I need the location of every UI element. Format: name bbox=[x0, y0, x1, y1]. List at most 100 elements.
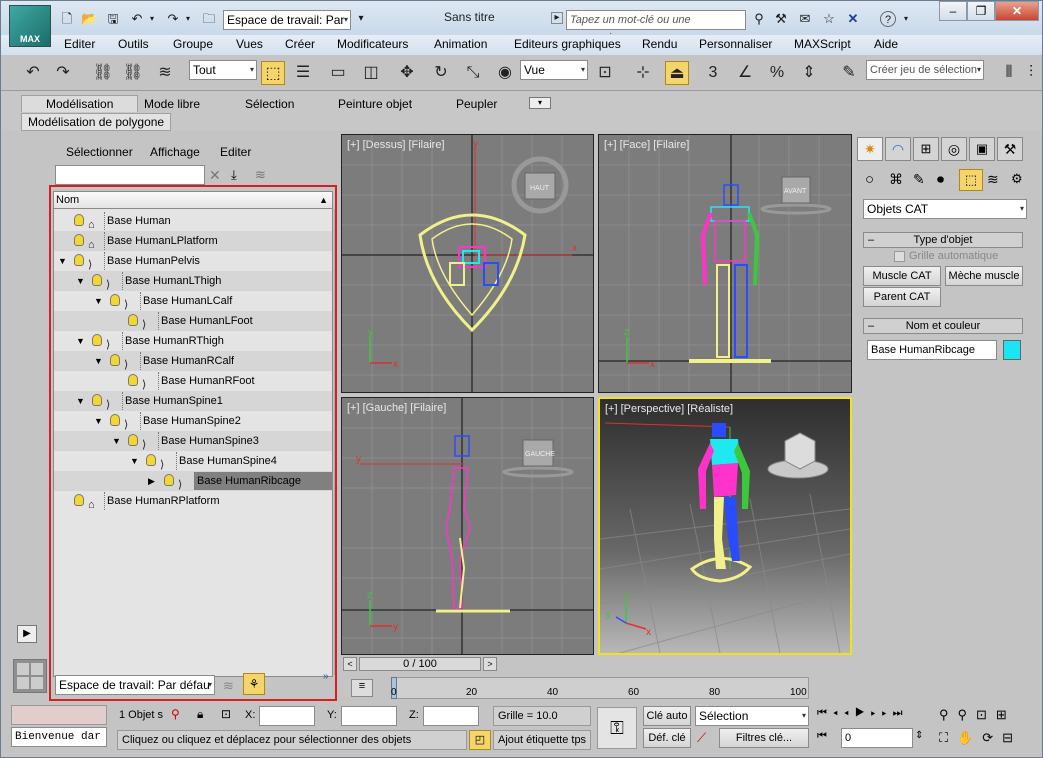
search-input[interactable]: Tapez un mot-clé ou une expression bbox=[566, 10, 746, 44]
subscription-icon[interactable]: ⚒ bbox=[773, 11, 789, 27]
redo-dropdown-icon[interactable]: ▾ bbox=[180, 11, 196, 27]
keyboard-shortcut-override-icon[interactable]: ⏏ bbox=[665, 61, 689, 85]
shapes-icon[interactable]: ⌘ bbox=[889, 171, 903, 188]
help-dropdown-icon[interactable]: ▾ bbox=[898, 11, 914, 27]
customize-quick-access-icon[interactable]: ▾ bbox=[353, 11, 369, 27]
rotate-icon[interactable]: ↻ bbox=[429, 61, 453, 85]
binoculars-icon[interactable]: ⚲ bbox=[751, 11, 767, 27]
default-tangent-icon[interactable]: ⟋ bbox=[697, 730, 706, 746]
menu-11[interactable]: Aide bbox=[874, 37, 898, 51]
redo-icon[interactable]: ↷ bbox=[51, 61, 75, 85]
viewport-left-label[interactable]: [+] [Gauche] [Filaire] bbox=[347, 402, 446, 414]
edit-named-selection-icon[interactable]: ✎ bbox=[837, 61, 861, 85]
set-key-button[interactable]: Déf. clé bbox=[643, 728, 691, 748]
open-file-icon[interactable]: 📂 bbox=[81, 11, 97, 27]
viewport-top-label[interactable]: [+] [Dessus] [Filaire] bbox=[347, 139, 445, 151]
object-category-dropdown[interactable]: Objets CAT ▾ bbox=[863, 199, 1027, 219]
window-crossing-icon[interactable]: ◫ bbox=[359, 61, 383, 85]
time-configuration-icon[interactable]: ⇕ bbox=[915, 730, 923, 741]
placement-icon[interactable]: ◉ bbox=[493, 61, 517, 85]
minimize-button[interactable]: – bbox=[939, 1, 967, 21]
undo-icon[interactable]: ↶ bbox=[129, 11, 145, 27]
object-name-field[interactable]: Base HumanRibcage bbox=[867, 340, 997, 360]
utilities-tab-icon[interactable]: ⚒ bbox=[997, 137, 1023, 161]
explorer-search-field[interactable] bbox=[55, 165, 205, 185]
tab-peupler[interactable]: Peupler bbox=[456, 97, 497, 111]
x-coordinate-field[interactable] bbox=[259, 706, 315, 726]
unlink-icon[interactable]: ⛓ bbox=[121, 61, 145, 85]
helpers-icon[interactable]: ⬚ bbox=[959, 169, 983, 191]
cameras-icon[interactable]: ⏺ bbox=[937, 171, 944, 188]
named-selection-set-dropdown[interactable]: Créer jeu de sélection ▾ bbox=[866, 60, 984, 80]
isolate-selection-icon[interactable]: ⚲ bbox=[171, 707, 180, 721]
menu-9[interactable]: Personnaliser bbox=[699, 37, 772, 51]
restore-button[interactable]: ❐ bbox=[967, 1, 995, 21]
viewport-navigation-bottom[interactable]: ⛶✋⟳⊟ bbox=[939, 730, 1022, 746]
undo-dropdown-icon[interactable]: ▾ bbox=[144, 11, 160, 27]
select-manipulate-icon[interactable]: ⊹ bbox=[631, 61, 655, 85]
add-time-tag[interactable]: Ajout étiquette tps bbox=[493, 730, 591, 750]
time-slider-next[interactable]: > bbox=[483, 657, 497, 671]
communication-icon[interactable]: ✉ bbox=[797, 11, 813, 27]
selection-filter-dropdown[interactable]: Tout ▾ bbox=[189, 60, 257, 80]
explorer-menu-display[interactable]: Affichage bbox=[150, 145, 200, 159]
expand-strip-icon[interactable]: ▶ bbox=[17, 625, 37, 643]
muscle-strand-button[interactable]: Mèche muscle bbox=[945, 266, 1023, 286]
reference-coordinate-dropdown[interactable]: Vue ▾ bbox=[520, 60, 588, 80]
key-mode-dropdown[interactable]: Sélection ▾ bbox=[695, 706, 809, 726]
time-slider[interactable]: 0 / 100 bbox=[359, 657, 481, 671]
tab-selection[interactable]: Sélection bbox=[245, 97, 294, 111]
viewport-top[interactable]: HAUT y x y x [+] [Dessus] [Filaire] bbox=[341, 134, 594, 393]
key-filters-button[interactable]: Filtres clé... bbox=[719, 728, 809, 748]
muscle-cat-button[interactable]: Muscle CAT bbox=[863, 266, 941, 286]
snaps-toggle-icon[interactable]: 3 bbox=[701, 61, 725, 85]
align-icon[interactable]: ⫶ bbox=[1019, 61, 1043, 85]
viewport-front[interactable]: AVANT z x [+] [Face] [Filaire] bbox=[598, 134, 852, 393]
mirror-icon[interactable]: ⫴ bbox=[997, 61, 1021, 85]
y-coordinate-field[interactable] bbox=[341, 706, 397, 726]
menu-1[interactable]: Outils bbox=[118, 37, 149, 51]
exchange-icon[interactable]: ✕ bbox=[845, 11, 861, 27]
auto-key-button[interactable]: Clé auto bbox=[643, 706, 691, 726]
modify-tab-icon[interactable]: ◠ bbox=[885, 137, 911, 161]
track-bar[interactable] bbox=[391, 677, 809, 699]
favorites-star-icon[interactable]: ☆ bbox=[821, 11, 837, 27]
clear-search-icon[interactable]: ✕ bbox=[209, 167, 221, 184]
viewport-navigation-top[interactable]: ⚲⚲⊡⊞ bbox=[939, 707, 1016, 723]
menu-5[interactable]: Modificateurs bbox=[337, 37, 408, 51]
ribbon-options-icon[interactable]: ▾ bbox=[529, 97, 551, 109]
playback-controls[interactable]: ⏮◂◂▶▸▸⏭ bbox=[817, 707, 909, 720]
object-color-swatch[interactable] bbox=[1003, 340, 1021, 360]
menu-4[interactable]: Créer bbox=[285, 37, 315, 51]
name-color-rollout-header[interactable]: – Nom et couleur bbox=[863, 318, 1023, 334]
project-folder-icon[interactable]: 🗀 bbox=[201, 11, 217, 27]
space-warps-icon[interactable]: ≋ bbox=[987, 171, 999, 188]
time-tag-icon[interactable]: ◰ bbox=[469, 730, 491, 750]
tab-modelisation[interactable]: Modélisation bbox=[21, 95, 139, 112]
pivot-center-icon[interactable]: ⊡ bbox=[593, 61, 617, 85]
tab-mode-libre[interactable]: Mode libre bbox=[144, 97, 200, 111]
menu-10[interactable]: MAXScript bbox=[794, 37, 851, 51]
tab-peinture-objet[interactable]: Peinture objet bbox=[338, 97, 412, 111]
lock-selection-icon[interactable]: 🔒︎ bbox=[197, 707, 203, 722]
hierarchy-tab-icon[interactable]: ⊞ bbox=[913, 137, 939, 161]
scale-icon[interactable]: ⤡ bbox=[461, 61, 485, 85]
select-by-name-icon[interactable]: ☰ bbox=[291, 61, 315, 85]
new-file-icon[interactable]: 🗋 bbox=[59, 11, 75, 27]
bind-space-warp-icon[interactable]: ≋ bbox=[153, 61, 177, 85]
move-icon[interactable]: ✥ bbox=[395, 61, 419, 85]
current-frame-field[interactable]: 0 bbox=[841, 728, 913, 748]
absolute-mode-icon[interactable]: ⊡ bbox=[221, 707, 231, 721]
ribbon-subtab-polygon-modeling[interactable]: Modélisation de polygone bbox=[21, 113, 172, 131]
explorer-menu-edit[interactable]: Editer bbox=[220, 145, 251, 159]
help-icon[interactable]: ? bbox=[880, 11, 896, 27]
angle-snap-icon[interactable]: ∠ bbox=[733, 61, 757, 85]
maxscript-output[interactable]: Bienvenue dar bbox=[11, 727, 107, 747]
viewport-left[interactable]: GAUCHE y z y [+] [Gauche] [Filaire] bbox=[341, 397, 594, 655]
layers-icon[interactable]: ≋ bbox=[255, 167, 266, 183]
workspace-dropdown[interactable]: Espace de travail: Par ▾ bbox=[223, 10, 351, 30]
key-mode-toggle-icon[interactable]: ⏮ bbox=[817, 730, 827, 743]
search-toggle-icon[interactable]: ▸ bbox=[551, 12, 563, 24]
undo-icon[interactable]: ↶ bbox=[21, 61, 45, 85]
mini-curve-editor-icon[interactable]: ≡ bbox=[351, 679, 373, 697]
